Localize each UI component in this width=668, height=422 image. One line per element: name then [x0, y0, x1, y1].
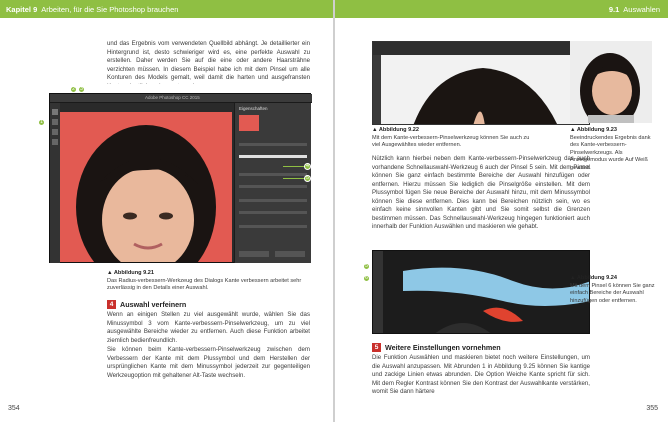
callout-1: 1	[38, 119, 45, 126]
window-title: Adobe Photoshop CC 2015	[145, 95, 200, 100]
section-number: 4	[107, 300, 116, 309]
portrait-image	[76, 125, 216, 262]
callout-5: 5	[363, 263, 370, 270]
panel-row	[239, 143, 307, 146]
panel-row	[239, 199, 307, 202]
result-portrait	[570, 41, 652, 123]
photoshop-screenshot: Adobe Photoshop CC 2015 Eigenschaften	[49, 93, 312, 263]
hair-image	[413, 68, 557, 124]
callout-line	[283, 166, 305, 167]
section-text: Die Funktion Auswählen und maskieren bie…	[372, 354, 590, 395]
body-paragraph: Nützlich kann hierbei neben dem Kante-ve…	[372, 155, 590, 230]
figure-caption-22: ▲ Abbildung 9.22 Mit dem Kante-verbesser…	[372, 127, 532, 150]
section-title: Weitere Einstellungen vornehmen	[385, 343, 501, 352]
portrait-image	[570, 41, 652, 123]
chapter-title: Arbeiten, für die Sie Photoshop brauchen	[41, 4, 179, 14]
panel-row	[239, 211, 307, 214]
section-number: 5	[372, 343, 381, 352]
section-title: Auswahl verfeinern	[120, 300, 187, 309]
figure-caption-24: ▲ Abbildung 9.24 Mit dem Pinsel 6 können…	[570, 275, 655, 305]
fabric-image	[403, 267, 589, 333]
caption-text: Mit dem Pinsel 6 können Sie ganz einfach…	[570, 282, 655, 304]
refine-edge-brush-icon[interactable]	[52, 129, 58, 135]
hair-screenshot	[372, 41, 590, 125]
section-heading-4: 4 Auswahl verfeinern	[107, 300, 186, 309]
chapter-title: Auswahlen	[623, 4, 660, 14]
section-text-2: Sie können beim Kante-verbessern-Pinselw…	[107, 346, 310, 379]
caption-text: Mit dem Kante-verbessern-Pinselwerkzeug …	[372, 134, 530, 149]
page-number: 355	[646, 405, 658, 412]
caption-label: ▲ Abbildung 9.21	[107, 270, 154, 276]
page-number: 354	[8, 405, 20, 412]
callout-5: 5	[304, 175, 311, 182]
brush-tool-icon[interactable]	[52, 109, 58, 115]
callout-4: 4	[304, 163, 311, 170]
radius-slider[interactable]	[239, 155, 307, 158]
panel-row	[239, 185, 307, 188]
right-page: 9.1 Auswahlen ▲ Abbildung 9.22 Mit dem K…	[335, 0, 668, 422]
view-thumbnail[interactable]	[239, 115, 259, 131]
panel-title: Eigenschaften	[239, 106, 268, 111]
ok-button[interactable]	[239, 251, 269, 257]
callout-6: 6	[363, 275, 370, 282]
panel-row	[239, 225, 307, 228]
caption-label: ▲ Abbildung 9.22	[372, 127, 419, 133]
quick-selection-tool-icon[interactable]	[52, 119, 58, 125]
panel-row	[239, 173, 307, 176]
properties-panel: Eigenschaften	[234, 103, 311, 263]
right-header-bar: 9.1 Auswahlen	[335, 0, 668, 18]
section-text-1: Wenn an einigen Stellen zu viel ausgewäh…	[107, 311, 310, 344]
left-header-bar: Kapitel 9 Arbeiten, für die Sie Photosho…	[0, 0, 333, 18]
section-heading-5: 5 Weitere Einstellungen vornehmen	[372, 343, 501, 352]
image-canvas	[60, 112, 232, 262]
chapter-label: 9.1	[608, 4, 620, 14]
callout-3: 3	[78, 86, 85, 93]
caption-label: ▲ Abbildung 9.23	[570, 127, 617, 133]
callout-2: 2	[70, 86, 77, 93]
chapter-label: Kapitel 9	[6, 4, 38, 14]
window-titlebar: Adobe Photoshop CC 2015	[50, 94, 312, 103]
left-page: Kapitel 9 Arbeiten, für die Sie Photosho…	[0, 0, 333, 422]
brush-screenshot	[372, 250, 590, 334]
cancel-button[interactable]	[275, 251, 305, 257]
caption-label: ▲ Abbildung 9.24	[570, 275, 617, 281]
intro-paragraph: und das Ergebnis vom verwendeten Quellbi…	[107, 40, 310, 84]
figure-caption-21: ▲ Abbildung 9.21 Das Radius-verbessern-W…	[107, 270, 310, 293]
hand-tool-icon[interactable]	[52, 139, 58, 145]
callout-line	[283, 178, 305, 179]
tool-column	[50, 103, 60, 263]
caption-text: Das Radius-verbessern-Werkzeug des Dialo…	[107, 277, 302, 292]
